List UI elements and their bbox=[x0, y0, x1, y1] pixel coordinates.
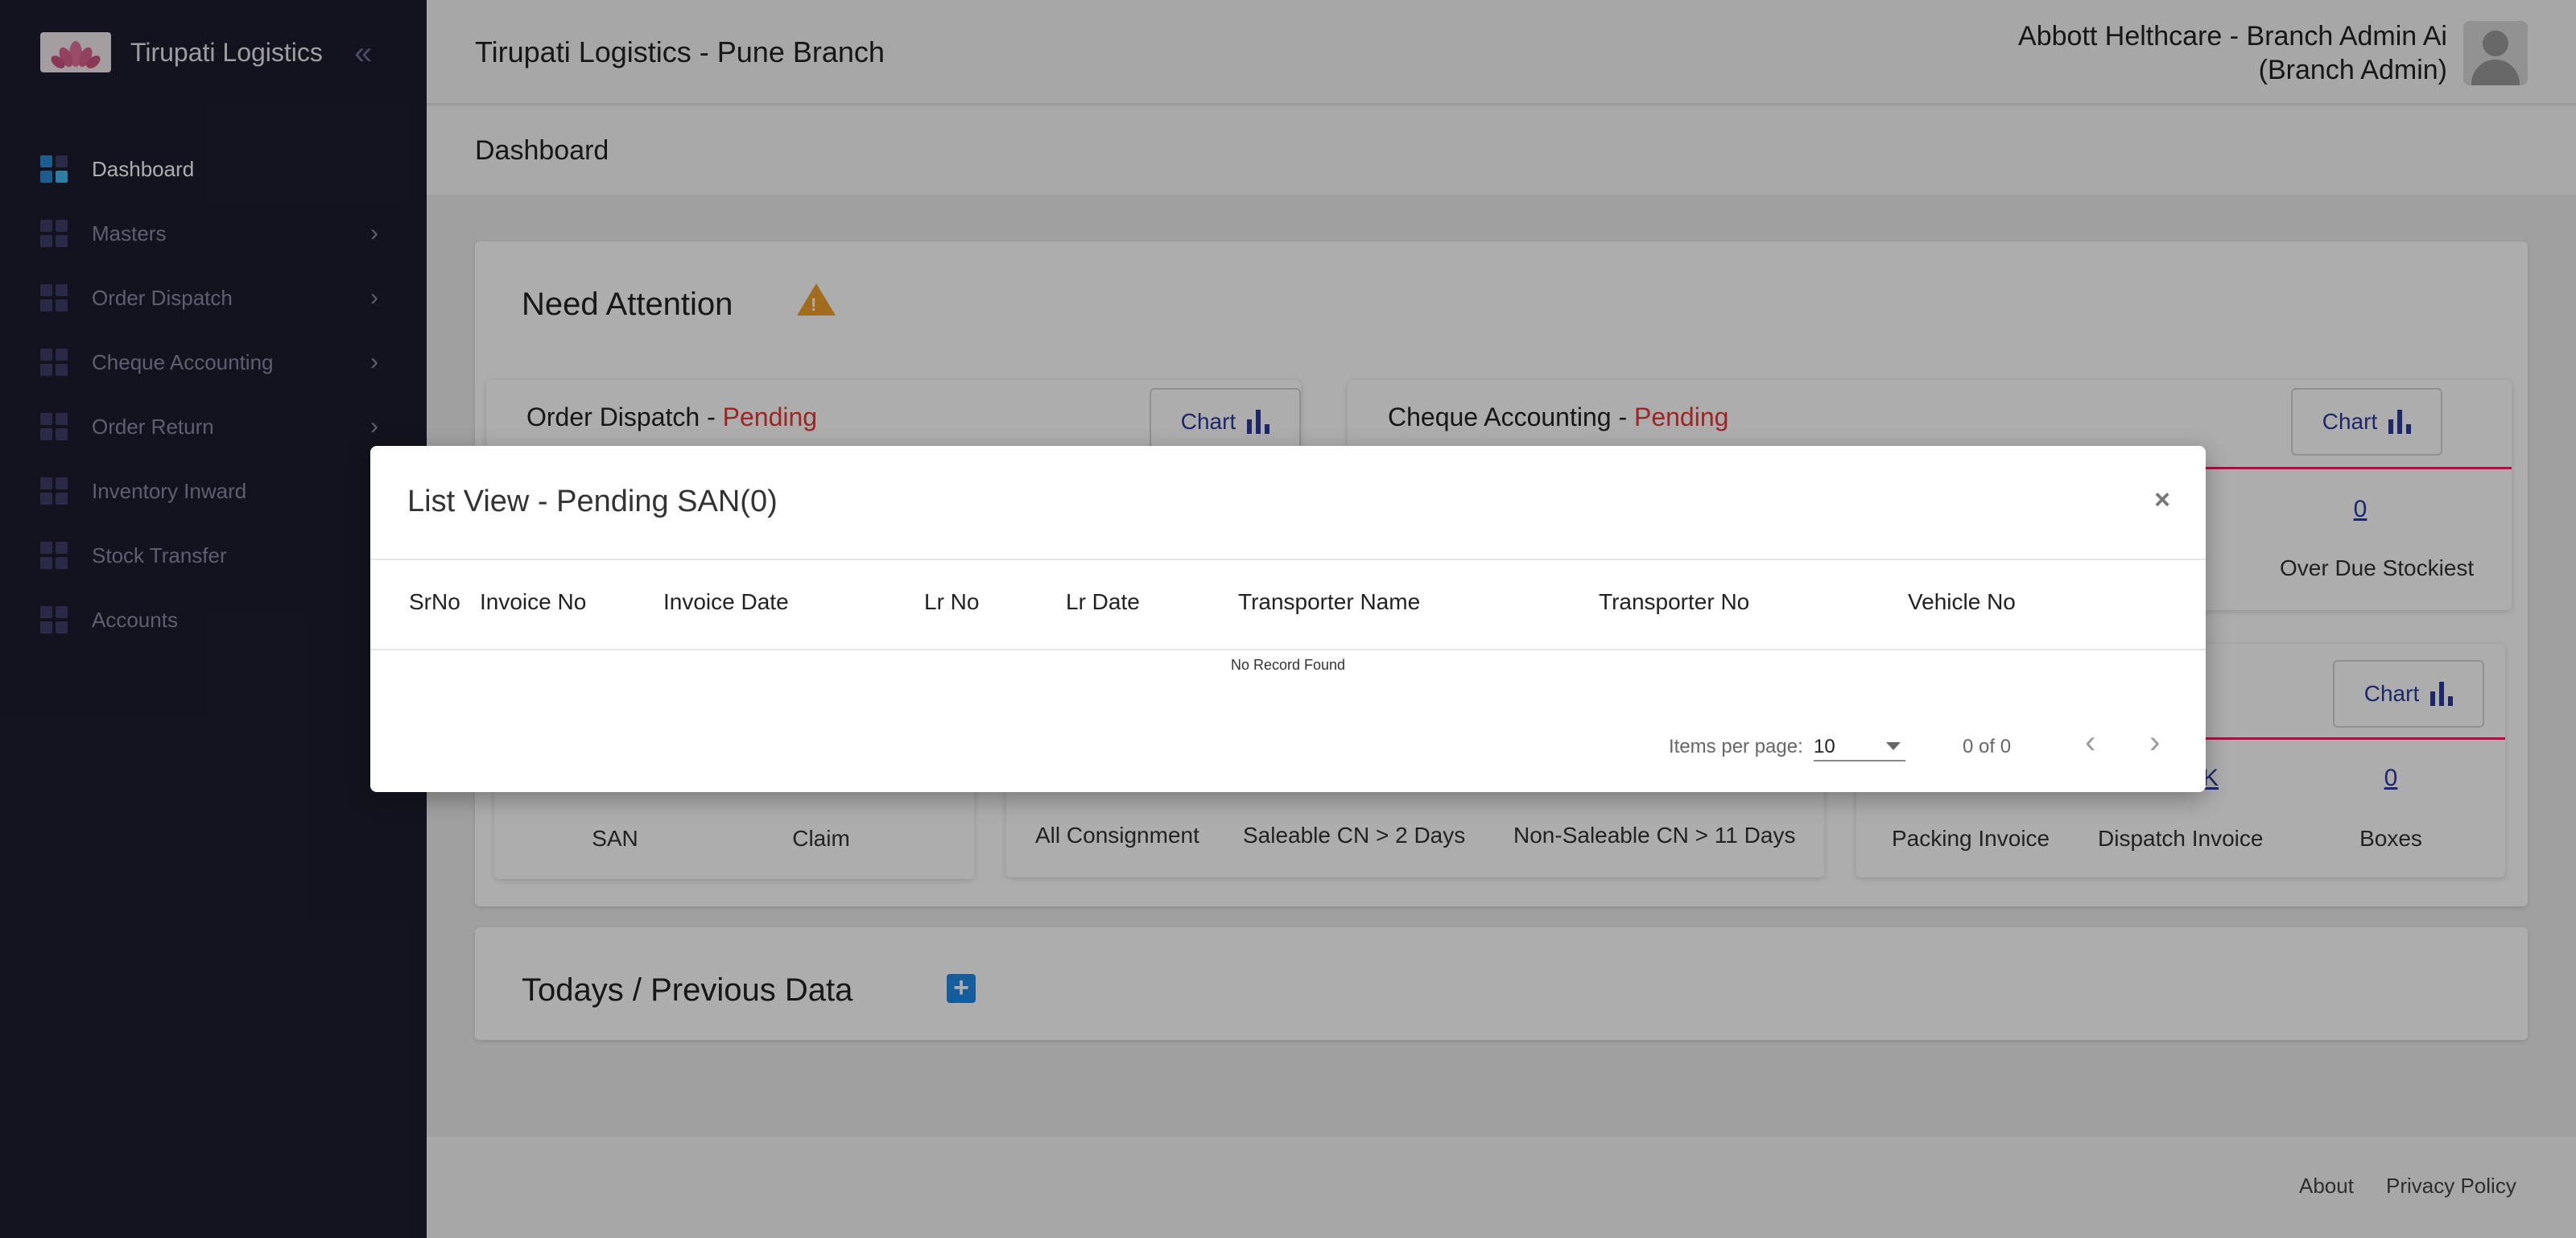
dropdown-caret-icon bbox=[1886, 742, 1901, 750]
column-header-srno[interactable]: SrNo bbox=[409, 589, 460, 615]
table-divider bbox=[370, 649, 2206, 650]
column-header-lr-date[interactable]: Lr Date bbox=[1066, 589, 1140, 615]
column-header-transporter-name[interactable]: Transporter Name bbox=[1238, 589, 1420, 615]
empty-table-message: No Record Found bbox=[1230, 657, 1346, 673]
column-header-vehicle-no[interactable]: Vehicle No bbox=[1908, 589, 2016, 615]
next-page-icon[interactable]: › bbox=[2149, 724, 2160, 761]
modal-divider bbox=[370, 559, 2206, 560]
column-header-transporter-no[interactable]: Transporter No bbox=[1599, 589, 1749, 615]
column-header-invoice-date[interactable]: Invoice Date bbox=[663, 589, 789, 615]
modal-title: List View - Pending SAN(0) bbox=[407, 485, 778, 518]
close-icon[interactable]: × bbox=[2154, 485, 2170, 516]
items-per-page-select[interactable]: 10 bbox=[1814, 729, 1905, 761]
items-per-page-value: 10 bbox=[1814, 736, 1835, 757]
column-header-invoice-no[interactable]: Invoice No bbox=[480, 589, 586, 615]
items-per-page-label: Items per page: bbox=[1669, 736, 1803, 757]
column-header-lr-no[interactable]: Lr No bbox=[924, 589, 979, 615]
previous-page-icon[interactable]: ‹ bbox=[2085, 724, 2095, 761]
page-range-label: 0 of 0 bbox=[1963, 736, 2012, 757]
list-view-modal: List View - Pending SAN(0) × SrNo Invoic… bbox=[370, 446, 2206, 792]
